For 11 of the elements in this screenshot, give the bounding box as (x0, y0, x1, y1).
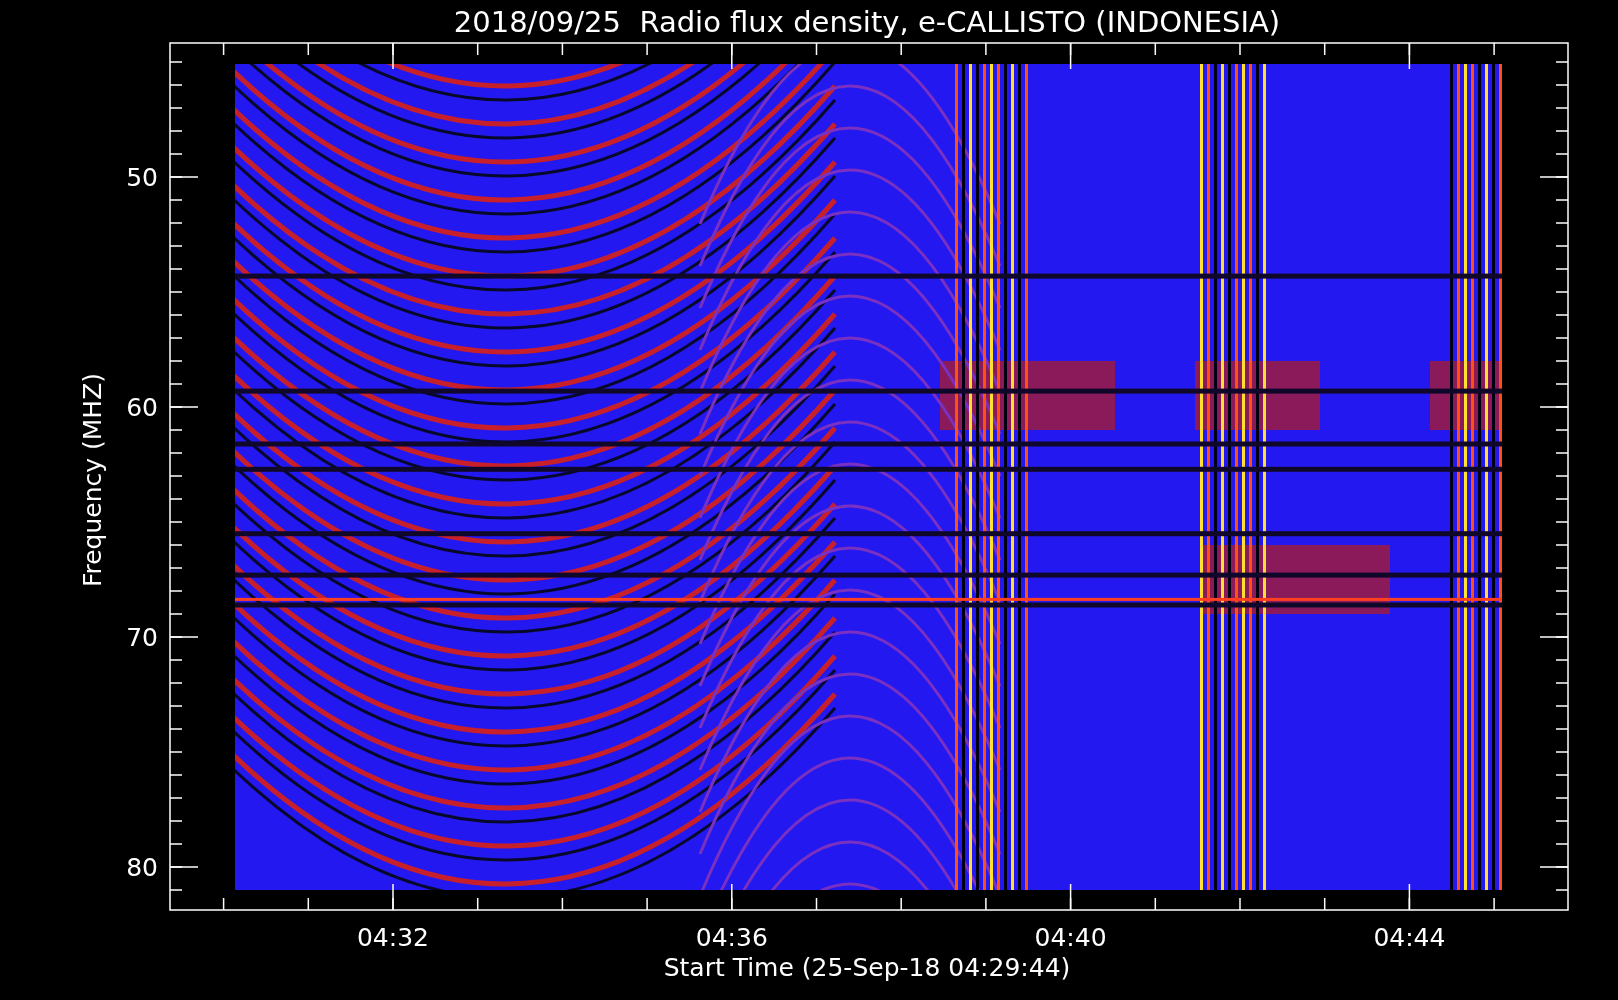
y-tick-label: 50 (126, 163, 158, 192)
x-tick-label: 04:44 (1373, 923, 1446, 952)
x-tick-label: 04:36 (695, 923, 768, 952)
chart-title: 2018/09/25 Radio flux density, e-CALLISTO (INDONESIA) (453, 5, 1281, 39)
x-tick-label: 04:40 (1034, 923, 1107, 952)
y-tick-label: 70 (126, 623, 158, 652)
y-tick-label: 60 (126, 393, 158, 422)
y-axis-label: Frequency (MHZ) (78, 372, 107, 588)
x-axis-label: Start Time (25-Sep-18 04:29:44) (663, 953, 1071, 982)
y-tick-label: 80 (126, 853, 158, 882)
x-tick-label: 04:32 (357, 923, 429, 952)
